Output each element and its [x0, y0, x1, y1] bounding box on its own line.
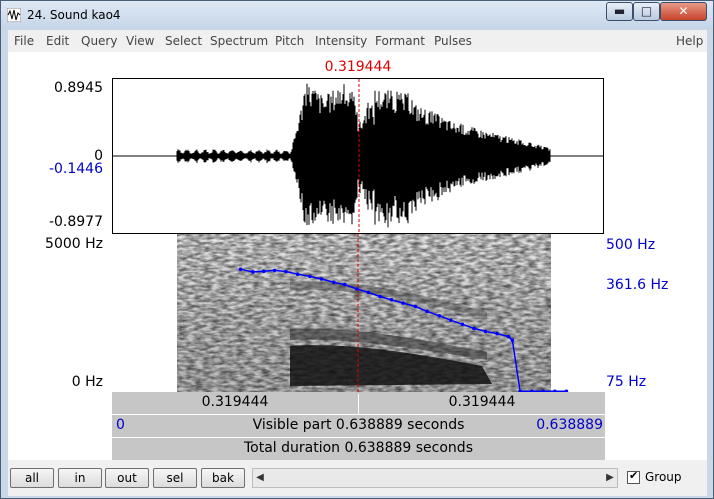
pitch-point	[332, 280, 336, 285]
menu-pulses[interactable]: Pulses	[434, 34, 472, 48]
pitch-point	[272, 268, 277, 273]
title-bar[interactable]: 24. Sound kao4 ▬ □ ✕	[1, 1, 713, 29]
pitch-max-label: 500 Hz	[606, 237, 656, 253]
horizontal-scrollbar[interactable]: ◀ ▶	[252, 468, 618, 488]
menu-file[interactable]: File	[14, 34, 34, 48]
spec-freq-min-label: 0 Hz	[71, 374, 103, 390]
window-title: 24. Sound kao4	[27, 8, 121, 22]
cursor-time-label: 0.319444	[324, 59, 392, 75]
wave-ymax-label: 0.8945	[54, 80, 103, 96]
group-toggle[interactable]: ✔ Group	[627, 469, 682, 484]
bottom-toolbar: all in out sel bak ◀ ▶ ✔ Group	[8, 460, 707, 496]
menu-help[interactable]: Help	[676, 34, 703, 48]
menu-spectrum[interactable]: Spectrum	[210, 34, 268, 48]
pitch-point	[510, 338, 515, 343]
checkmark-icon: ✔	[629, 469, 639, 482]
pitch-point	[342, 282, 347, 287]
menu-formant[interactable]: Formant	[375, 34, 425, 48]
selection-bar: 0.319444 0.319444	[112, 392, 605, 415]
visible-end-label: 0.638889	[536, 417, 603, 433]
menu-intensity[interactable]: Intensity	[315, 34, 367, 48]
menu-pitch[interactable]: Pitch	[275, 34, 304, 48]
group-checkbox[interactable]: ✔	[627, 469, 640, 484]
pitch-point	[472, 326, 476, 331]
sound-editor-canvas[interactable]: 0.319444 0.8945 0 -0.1446 -0.8977 5000 H…	[8, 52, 707, 460]
pitch-point	[495, 331, 499, 336]
menu-edit[interactable]: Edit	[46, 34, 69, 48]
menu-query[interactable]: Query	[81, 34, 117, 48]
pitch-point	[437, 314, 442, 318]
zoom-selection-button[interactable]: sel	[153, 468, 197, 488]
pitch-point	[460, 322, 465, 327]
scroll-left-icon[interactable]: ◀	[253, 469, 267, 487]
pitch-point	[483, 329, 488, 334]
pitch-min-label: 75 Hz	[606, 374, 647, 390]
zoom-back-button[interactable]: bak	[201, 468, 245, 488]
menu-select[interactable]: Select	[165, 34, 202, 48]
waveform-plot	[113, 79, 603, 233]
scroll-right-icon[interactable]: ▶	[603, 469, 617, 487]
pitch-point	[319, 277, 324, 281]
pitch-point	[413, 304, 418, 309]
group-label: Group	[645, 470, 682, 484]
left-part-button[interactable]: 0.319444	[112, 394, 359, 414]
pitch-point	[238, 267, 243, 272]
minimize-button[interactable]: ▬	[606, 2, 633, 21]
pitch-point	[284, 269, 288, 274]
pitch-point	[389, 298, 394, 302]
zoom-all-button[interactable]: all	[10, 468, 54, 488]
wave-ymin-label: -0.8977	[48, 214, 103, 230]
praat-sound-icon	[7, 8, 21, 22]
spectrogram-panel[interactable]	[112, 234, 604, 392]
maximize-button[interactable]: □	[633, 2, 660, 21]
pitch-point	[449, 318, 453, 322]
waveform-panel[interactable]	[112, 78, 604, 234]
close-button[interactable]: ✕	[660, 2, 707, 21]
wave-cursor-value-label: -0.1446	[48, 161, 103, 177]
menu-view[interactable]: View	[126, 34, 154, 48]
spectrogram-plot	[177, 234, 569, 392]
menu-bar: File Edit Query View Select Spectrum Pit…	[8, 30, 707, 52]
spec-freq-max-label: 5000 Hz	[45, 236, 103, 252]
pitch-point	[251, 270, 255, 274]
total-duration-label: Total duration 0.638889 seconds	[244, 440, 473, 456]
app-window: 24. Sound kao4 ▬ □ ✕ File Edit Query Vie…	[0, 0, 714, 499]
pitch-cursor-label: 361.6 Hz	[606, 277, 669, 293]
total-duration-bar[interactable]: Total duration 0.638889 seconds	[112, 438, 605, 460]
visible-part-label: Visible part 0.638889 seconds	[252, 417, 465, 433]
right-part-button[interactable]: 0.319444	[359, 394, 605, 414]
pitch-point	[366, 290, 371, 295]
pitch-point	[308, 274, 312, 279]
pitch-point	[261, 269, 266, 273]
pitch-point	[378, 294, 382, 299]
waveform-signal	[176, 83, 551, 228]
zoom-in-button[interactable]: in	[58, 468, 102, 488]
pitch-point	[295, 272, 300, 276]
pitch-point	[425, 309, 429, 314]
visible-part-bar[interactable]: 0 Visible part 0.638889 seconds 0.638889	[112, 415, 605, 438]
pitch-point	[355, 287, 359, 291]
editor-client-area: File Edit Query View Select Spectrum Pit…	[8, 30, 707, 496]
zoom-out-button[interactable]: out	[105, 468, 149, 488]
pitch-point	[401, 301, 405, 305]
pitch-point	[506, 334, 511, 339]
